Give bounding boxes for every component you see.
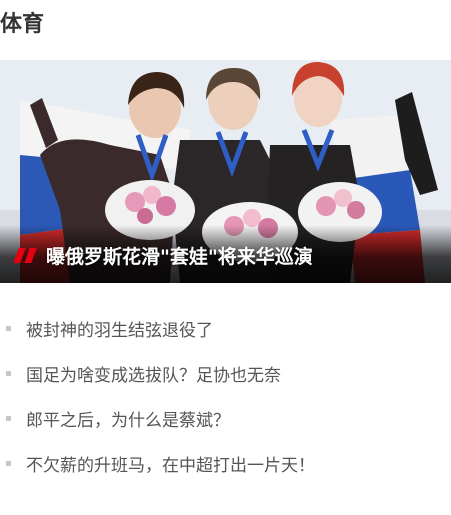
red-stripes-icon [13, 248, 38, 263]
news-item-text[interactable]: 郎平之后，为什么是蔡斌？ [26, 406, 230, 431]
news-list: 被封神的羽生结弦退役了 国足为啥变成选拔队？足协也无奈 郎平之后，为什么是蔡斌？… [0, 306, 451, 486]
news-item[interactable]: 国足为啥变成选拔队？足协也无奈 [0, 351, 451, 396]
news-item-text[interactable]: 不欠薪的升班马，在中超打出一片天！ [26, 451, 315, 476]
news-item[interactable]: 被封神的羽生结弦退役了 [0, 306, 451, 351]
bullet-icon [6, 326, 11, 331]
news-item[interactable]: 不欠薪的升班马，在中超打出一片天！ [0, 441, 451, 486]
hero-headline[interactable]: 曝俄罗斯花滑"套娃"将来华巡演 [46, 242, 313, 269]
news-item[interactable]: 郎平之后，为什么是蔡斌？ [0, 396, 451, 441]
bullet-icon [6, 371, 11, 376]
bullet-icon [6, 416, 11, 421]
bullet-icon [6, 461, 11, 466]
section-title: 体育 [0, 12, 45, 37]
hero-news-card[interactable]: 曝俄罗斯花滑"套娃"将来华巡演 [0, 60, 451, 283]
news-item-text[interactable]: 被封神的羽生结弦退役了 [26, 316, 213, 341]
news-item-text[interactable]: 国足为啥变成选拔队？足协也无奈 [26, 361, 281, 386]
hero-caption: 曝俄罗斯花滑"套娃"将来华巡演 [13, 242, 313, 269]
